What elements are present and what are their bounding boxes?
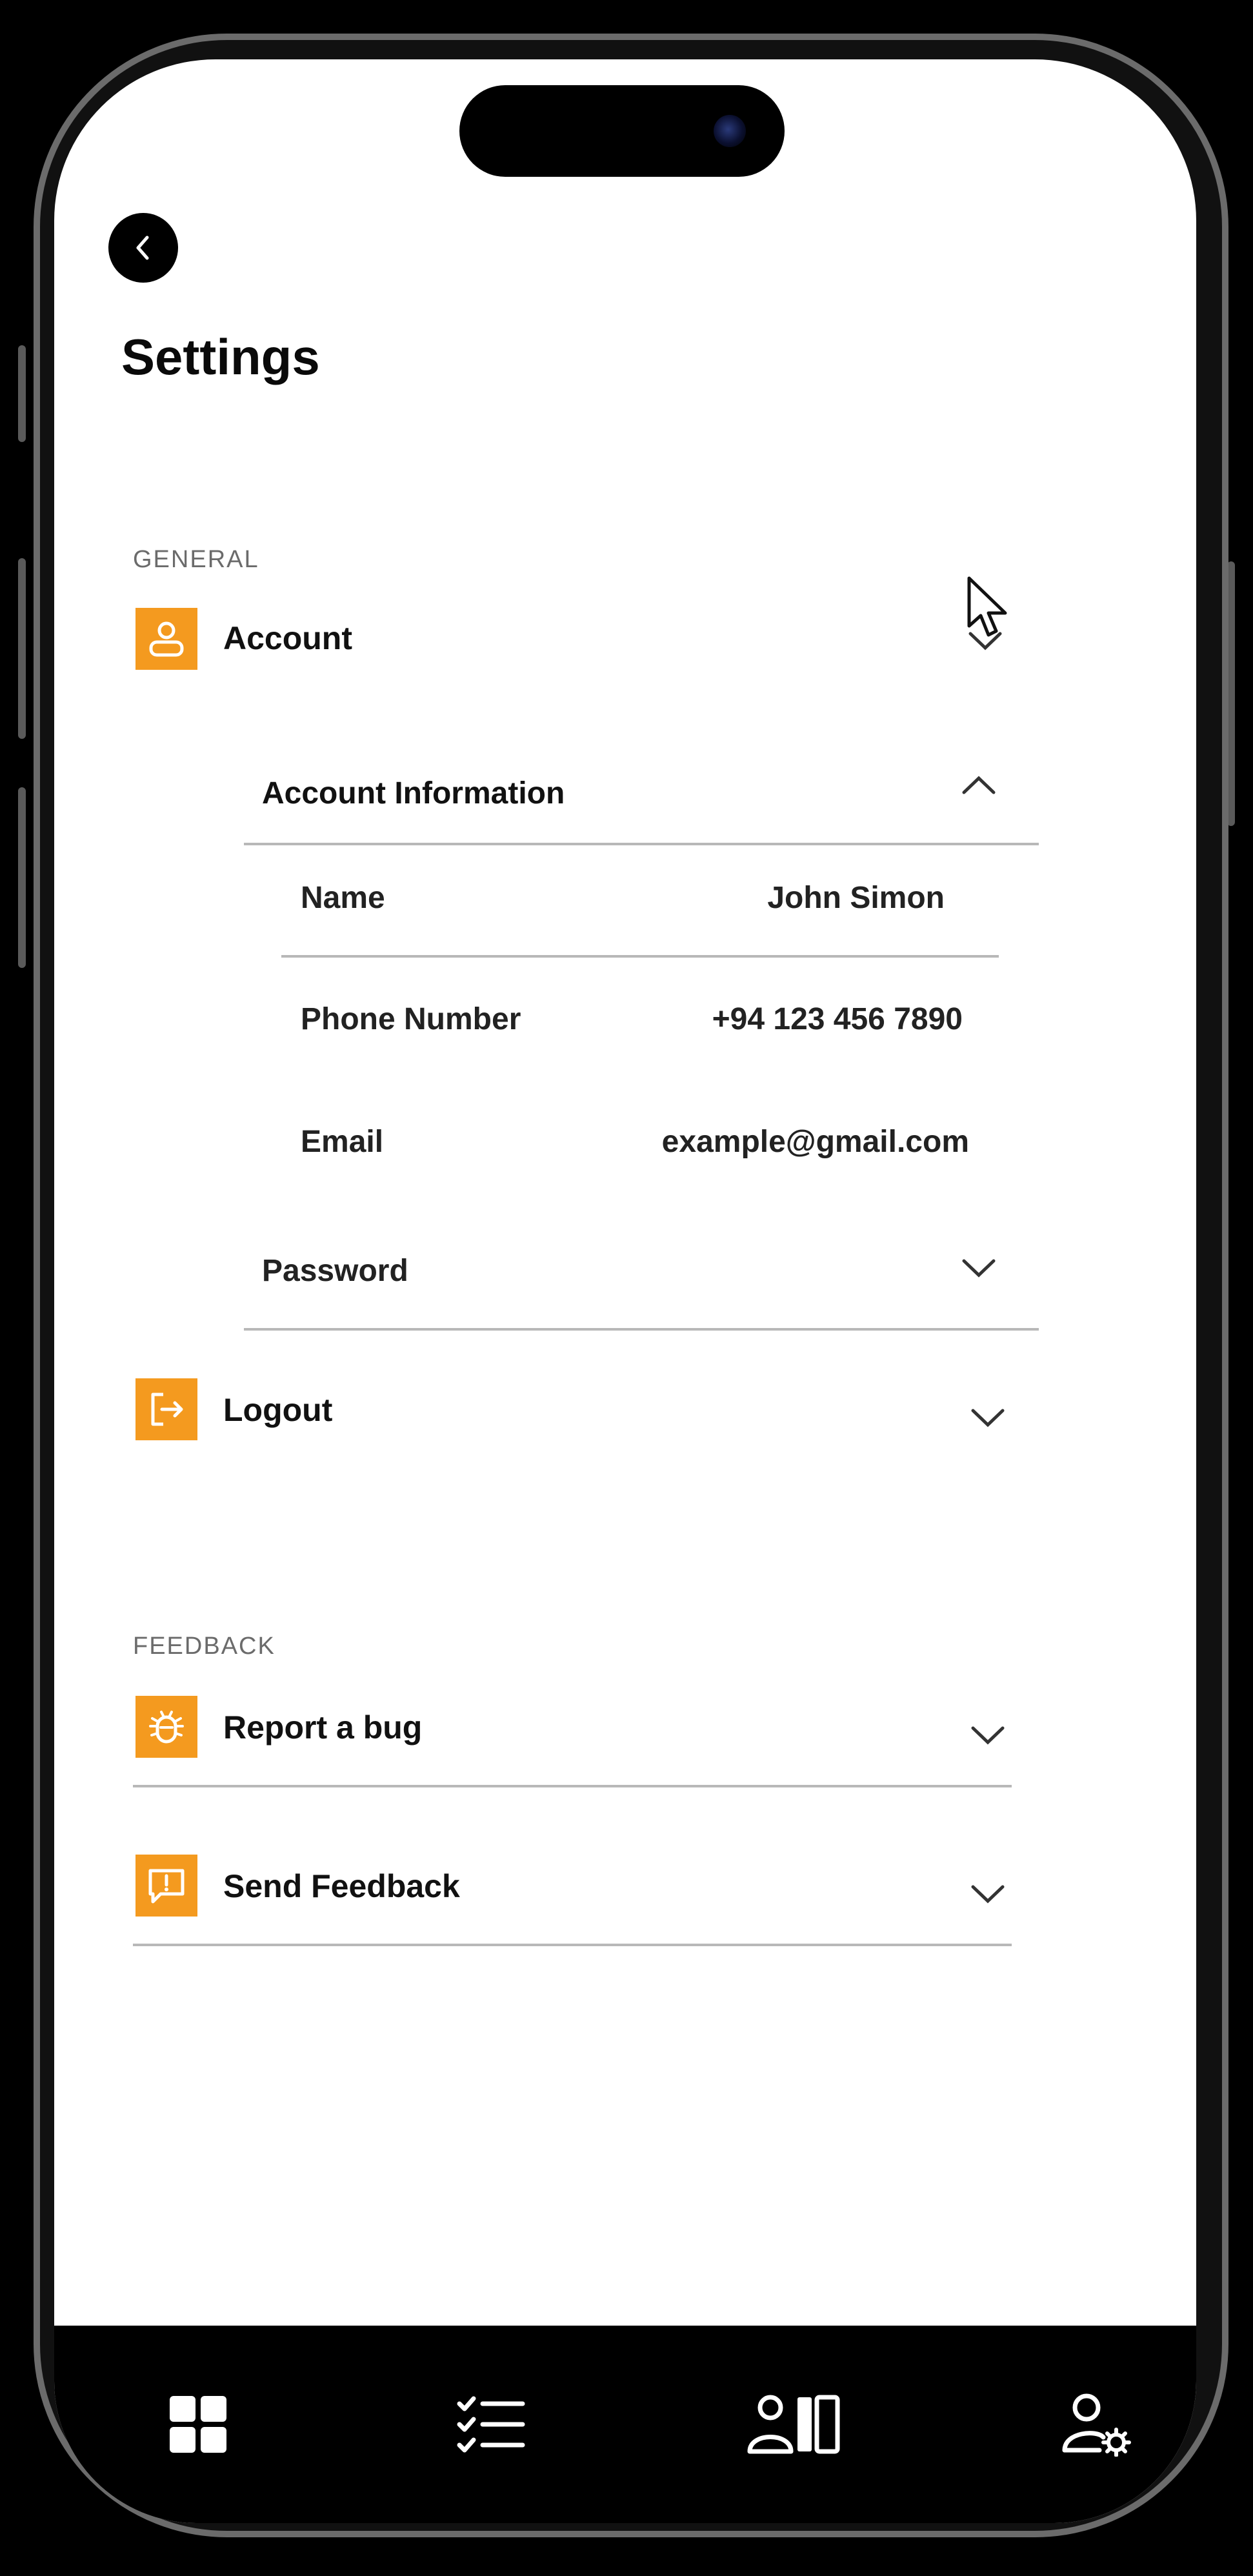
- tab-profile-settings[interactable]: [1061, 2389, 1132, 2460]
- front-camera: [714, 115, 746, 147]
- volume-up-button: [18, 558, 26, 739]
- divider: [133, 1785, 1012, 1787]
- bottom-tab-bar: [54, 2326, 1196, 2523]
- dynamic-island: [459, 85, 785, 177]
- back-button[interactable]: [108, 213, 178, 283]
- divider: [133, 1944, 1012, 1946]
- report-bug-label: Report a bug: [223, 1709, 423, 1746]
- divider: [244, 843, 1039, 845]
- chevron-left-icon: [136, 236, 149, 260]
- feedback-message-icon: [135, 1855, 197, 1917]
- tab-board[interactable]: [745, 2389, 841, 2460]
- checklist-icon: [457, 2396, 525, 2453]
- chevron-up-icon[interactable]: [960, 772, 997, 798]
- user-icon: [135, 608, 197, 670]
- chevron-down-icon[interactable]: [960, 1254, 997, 1280]
- mouse-cursor-icon: [967, 576, 1007, 637]
- email-label: Email: [301, 1125, 384, 1159]
- page-title: Settings: [121, 328, 320, 385]
- section-label-general: GENERAL: [133, 546, 259, 573]
- phone-number-value: +94 123 456 7890: [712, 1002, 963, 1036]
- chevron-down-icon[interactable]: [969, 1722, 1007, 1747]
- volume-down-button: [18, 787, 26, 968]
- send-feedback-label: Send Feedback: [223, 1868, 460, 1904]
- email-value: example@gmail.com: [661, 1125, 969, 1159]
- logout-label: Logout: [223, 1392, 333, 1428]
- account-information-title: Account Information: [262, 776, 565, 810]
- chevron-down-icon[interactable]: [969, 1404, 1007, 1430]
- tab-tasks[interactable]: [456, 2389, 526, 2460]
- logout-icon: [135, 1378, 197, 1440]
- user-settings-icon: [1062, 2393, 1131, 2457]
- password-label: Password: [262, 1254, 408, 1288]
- phone-number-label: Phone Number: [301, 1002, 521, 1036]
- name-label: Name: [301, 881, 385, 915]
- chevron-down-icon[interactable]: [969, 1880, 1007, 1906]
- name-value: John Simon: [767, 881, 945, 915]
- divider: [244, 1328, 1039, 1331]
- action-button: [18, 345, 26, 442]
- section-label-feedback: FEEDBACK: [133, 1633, 276, 1660]
- bug-icon: [135, 1696, 197, 1758]
- tab-dashboard[interactable]: [163, 2389, 234, 2460]
- grid-icon: [170, 2396, 226, 2453]
- user-board-icon: [747, 2395, 840, 2454]
- divider: [281, 955, 999, 958]
- account-label: Account: [223, 620, 352, 656]
- app-screen: Settings GENERAL Account Account Informa…: [54, 59, 1196, 2523]
